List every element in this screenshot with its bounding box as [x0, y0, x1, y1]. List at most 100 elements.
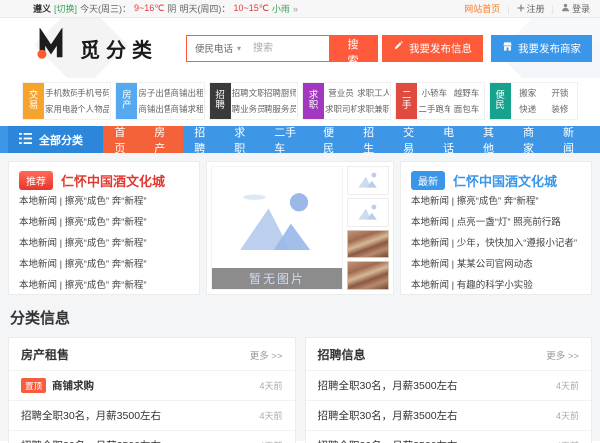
publish-info-button[interactable]: 我要发布信息 [382, 34, 483, 62]
thumbnail[interactable] [347, 261, 389, 290]
list-item-text: 招聘全职30名，月薪3500左右 [318, 438, 548, 443]
nav-item[interactable]: 电话 [432, 126, 472, 155]
category-link[interactable]: 聘服务员 [264, 103, 296, 115]
search-button[interactable]: 搜 索 [329, 35, 377, 67]
thumbnail[interactable] [347, 197, 389, 227]
search-category-select[interactable]: 便民电话 ▾ [187, 36, 247, 61]
list-item-text: 招聘全职30名，月薪3500左右 [21, 410, 162, 422]
site-home-link[interactable]: 网站首页 [464, 2, 500, 15]
category-link[interactable]: 家用电器 [45, 103, 77, 115]
category-link[interactable]: 商铺出租 [170, 87, 202, 99]
category-link[interactable]: 面包车 [450, 103, 482, 115]
category-block: 房产 房子出售 商铺出租 商铺出售 商铺求租 [115, 82, 205, 120]
category-link[interactable]: 搬家 [512, 87, 544, 99]
category-link[interactable]: 营业员 [325, 87, 357, 99]
category-link[interactable]: 小轿车 [418, 87, 450, 99]
nav-item[interactable]: 求职 [223, 126, 263, 155]
category-link[interactable]: 开锁 [544, 87, 576, 99]
main-image-placeholder[interactable]: 暂无图片 [211, 166, 343, 290]
more-link[interactable]: 更多 >> [250, 348, 283, 362]
category-link[interactable]: 房子出售 [138, 87, 170, 99]
news-item[interactable]: 本地新闻 | 擦亮“成色” 奔“新程” [19, 254, 189, 275]
news-item[interactable]: 本地新闻 | 擦亮“成色” 奔“新程” [19, 191, 189, 212]
list-item[interactable]: 招聘全职30名，月薪3500左右 4天前 [305, 400, 591, 430]
nav-item[interactable]: 房产 [143, 126, 184, 155]
list-item[interactable]: 招聘全职30名，月薪3500左右 4天前 [9, 430, 295, 443]
logo-text: 觅分类 [80, 39, 158, 62]
recommend-title[interactable]: 仁怀中国酒文化城 [61, 171, 165, 190]
category-link[interactable]: 求职兼职 [357, 103, 389, 115]
category-label[interactable]: 交易 [23, 83, 44, 119]
category-label[interactable]: 二手 [396, 83, 418, 119]
nav-item[interactable]: 招生 [352, 126, 392, 155]
category-links: 小轿车 越野车 二手跑车 面包车 [417, 83, 483, 119]
category-link[interactable]: 商铺出售 [138, 103, 170, 115]
category-label[interactable]: 房产 [116, 83, 138, 119]
register-link[interactable]: 注册 [517, 2, 545, 15]
user-icon [561, 3, 570, 14]
category-link[interactable]: 招聘厨师 [264, 87, 296, 99]
nav-item[interactable]: 二手车 [263, 126, 312, 155]
search-input[interactable] [247, 35, 329, 61]
nav-item[interactable]: 商家 [512, 126, 552, 155]
weather-tomorrow-label: 明天(周四)： [179, 4, 231, 14]
category-link[interactable]: 招聘文职 [232, 87, 264, 99]
news-item[interactable]: 本地新闻 | 擦亮“成色” 奔“新程” [19, 275, 189, 294]
list-item[interactable]: 招聘全职30名，月薪3500左右 4天前 [305, 430, 591, 443]
category-link[interactable]: 聘业务员 [232, 103, 264, 115]
login-link[interactable]: 登录 [561, 2, 590, 15]
category-label[interactable]: 便民 [489, 83, 511, 119]
news-item[interactable]: 本地新闻 | 擦亮“成色” 奔“新程” [19, 233, 189, 254]
card-title: 招聘信息 [317, 348, 366, 362]
search-category-value: 便民电话 [195, 44, 234, 55]
category-label[interactable]: 求职 [302, 83, 324, 119]
news-item[interactable]: 本地新闻 | 某某公司官网动态 [411, 254, 581, 275]
main-content: 推荐 仁怀中国酒文化城 本地新闻 | 擦亮“成色” 奔“新程” 本地新闻 | 擦亮… [0, 153, 600, 443]
nav-item[interactable]: 首页 [103, 126, 144, 155]
news-item[interactable]: 本地新闻 | 有趣的科学小实验 [411, 275, 581, 294]
latest-title[interactable]: 仁怀中国酒文化城 [453, 171, 557, 190]
category-link[interactable]: 二手跑车 [418, 103, 450, 115]
city-switch-link[interactable]: [切换] [54, 2, 77, 15]
list-item[interactable]: 招聘全职30名，月薪3500左右 4天前 [9, 400, 295, 430]
thumbnail[interactable] [347, 229, 389, 259]
publish-merchant-button[interactable]: 我要发布商家 [491, 34, 592, 62]
category-link[interactable]: 求职司机 [325, 103, 357, 115]
category-link[interactable]: 手机数码 [45, 87, 77, 99]
register-label: 注册 [526, 4, 545, 14]
nav-items: 首页 房产 招聘 求职 二手车 便民 招生 交易 电话 其他 商家 新闻 [103, 126, 592, 155]
category-link[interactable]: 装修 [544, 103, 576, 115]
list-item-text: 招聘全职30名，月薪3500左右 [317, 410, 458, 422]
more-link[interactable]: 更多 >> [546, 348, 579, 362]
category-link[interactable]: 个人物品 [77, 103, 109, 115]
city-name: 遵义 [33, 4, 52, 14]
nav-item[interactable]: 招聘 [183, 126, 223, 155]
list-item[interactable]: 招聘全职30名，月薪3500左右 4天前 [305, 370, 591, 400]
category-link[interactable]: 求职工人 [357, 87, 389, 99]
category-link[interactable]: 商铺求租 [170, 103, 202, 115]
list-item[interactable]: 置顶 商铺求购 4天前 [9, 370, 295, 400]
nav-item[interactable]: 便民 [312, 126, 352, 155]
site-logo[interactable]: 觅分类 [32, 26, 158, 69]
recommend-panel: 推荐 仁怀中国酒文化城 本地新闻 | 擦亮“成色” 奔“新程” 本地新闻 | 擦亮… [8, 161, 200, 295]
nav-item[interactable]: 交易 [392, 126, 432, 155]
mountains-sun-icon [240, 193, 311, 251]
chevron-down-icon: ▾ [237, 43, 242, 53]
all-categories-button[interactable]: 全部分类 [8, 126, 104, 153]
category-label[interactable]: 招聘 [209, 83, 231, 119]
classified-card-jobs: 招聘信息 更多 >> 招聘全职30名，月薪3500左右 4天前 招聘全职30名，… [304, 337, 592, 443]
category-link[interactable]: 越野车 [450, 87, 482, 99]
news-item[interactable]: 本地新闻 | 点亮一盏“灯” 照亮前行路 [411, 212, 581, 233]
news-item[interactable]: 本地新闻 | 擦亮“成色” 奔“新程” [411, 191, 581, 212]
weather-more-arrow[interactable]: » [293, 4, 298, 14]
nav-item[interactable]: 新闻 [552, 126, 592, 155]
category-link[interactable]: 手机号码 [77, 87, 109, 99]
nav-item[interactable]: 其他 [472, 126, 512, 155]
plus-icon [517, 4, 525, 14]
news-item[interactable]: 本地新闻 | 擦亮“成色” 奔“新程” [19, 212, 189, 233]
category-strip: 交易 手机数码 手机号码 家用电器 个人物品 房产 房子出售 商铺出租 商铺出售… [0, 78, 600, 126]
news-item[interactable]: 本地新闻 | 少年，快快加入“遵报小记者” [411, 233, 581, 254]
thumbnail[interactable] [347, 166, 389, 195]
category-link[interactable]: 快递 [512, 103, 544, 115]
site-header: 觅分类 便民电话 ▾ 搜 索 我要发布信息 我要发布商家 [0, 18, 600, 78]
